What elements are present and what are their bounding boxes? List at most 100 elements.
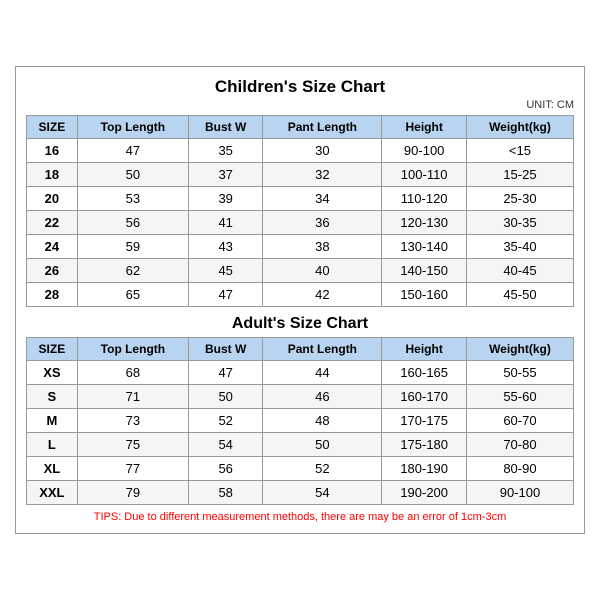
table-cell: 52 (263, 457, 382, 481)
table-cell: 52 (189, 409, 263, 433)
table-cell: 50 (77, 163, 188, 187)
adult-size-table: SIZETop LengthBust WPant LengthHeightWei… (26, 337, 574, 505)
adult-col-header: Height (382, 338, 467, 361)
table-cell: 73 (77, 409, 188, 433)
table-cell: 37 (189, 163, 263, 187)
table-cell: 62 (77, 259, 188, 283)
adult-col-header: Pant Length (263, 338, 382, 361)
table-cell: 47 (189, 283, 263, 307)
table-cell: 120-130 (382, 211, 467, 235)
children-chart-title: Children's Size Chart (26, 77, 574, 97)
children-table-row: 28654742150-16045-50 (27, 283, 574, 307)
table-cell: 35 (189, 139, 263, 163)
table-cell: 34 (263, 187, 382, 211)
table-cell: 16 (27, 139, 78, 163)
table-cell: 160-170 (382, 385, 467, 409)
table-cell: 90-100 (382, 139, 467, 163)
adult-col-header: Top Length (77, 338, 188, 361)
table-cell: 77 (77, 457, 188, 481)
children-col-header: Bust W (189, 116, 263, 139)
table-cell: 110-120 (382, 187, 467, 211)
table-cell: 35-40 (466, 235, 573, 259)
table-cell: 25-30 (466, 187, 573, 211)
table-cell: 46 (263, 385, 382, 409)
table-cell: 160-165 (382, 361, 467, 385)
table-cell: 65 (77, 283, 188, 307)
table-cell: M (27, 409, 78, 433)
table-cell: XL (27, 457, 78, 481)
adult-col-header: Bust W (189, 338, 263, 361)
adult-table-row: L755450175-18070-80 (27, 433, 574, 457)
table-cell: 47 (189, 361, 263, 385)
children-col-header: Weight(kg) (466, 116, 573, 139)
table-cell: 40-45 (466, 259, 573, 283)
children-table-row: 22564136120-13030-35 (27, 211, 574, 235)
table-cell: 180-190 (382, 457, 467, 481)
table-cell: 70-80 (466, 433, 573, 457)
children-table-row: 26624540140-15040-45 (27, 259, 574, 283)
table-cell: 32 (263, 163, 382, 187)
table-cell: 44 (263, 361, 382, 385)
size-chart-container: Children's Size Chart UNIT: CM SIZETop L… (15, 66, 585, 534)
table-cell: 26 (27, 259, 78, 283)
table-cell: 68 (77, 361, 188, 385)
table-cell: S (27, 385, 78, 409)
tips-text: TIPS: Due to different measurement metho… (26, 511, 574, 523)
table-cell: 54 (189, 433, 263, 457)
children-table-body: 1647353090-100<1518503732100-11015-25205… (27, 139, 574, 307)
table-cell: 58 (189, 481, 263, 505)
table-cell: 56 (189, 457, 263, 481)
table-cell: 175-180 (382, 433, 467, 457)
table-cell: 20 (27, 187, 78, 211)
adult-table-body: XS684744160-16550-55S715046160-17055-60M… (27, 361, 574, 505)
table-cell: 170-175 (382, 409, 467, 433)
unit-label: UNIT: CM (26, 99, 574, 111)
table-cell: L (27, 433, 78, 457)
children-col-header: Height (382, 116, 467, 139)
table-cell: 38 (263, 235, 382, 259)
children-col-header: Pant Length (263, 116, 382, 139)
table-cell: 100-110 (382, 163, 467, 187)
children-col-header: Top Length (77, 116, 188, 139)
table-cell: 80-90 (466, 457, 573, 481)
table-cell: 45-50 (466, 283, 573, 307)
table-cell: 22 (27, 211, 78, 235)
adult-table-row: XS684744160-16550-55 (27, 361, 574, 385)
table-cell: 41 (189, 211, 263, 235)
table-cell: 130-140 (382, 235, 467, 259)
table-cell: 39 (189, 187, 263, 211)
adult-table-row: M735248170-17560-70 (27, 409, 574, 433)
table-cell: 28 (27, 283, 78, 307)
table-cell: 43 (189, 235, 263, 259)
table-cell: 24 (27, 235, 78, 259)
children-table-row: 18503732100-11015-25 (27, 163, 574, 187)
adult-table-row: XL775652180-19080-90 (27, 457, 574, 481)
children-table-row: 1647353090-100<15 (27, 139, 574, 163)
table-cell: 18 (27, 163, 78, 187)
table-cell: 15-25 (466, 163, 573, 187)
adult-table-row: XXL795854190-20090-100 (27, 481, 574, 505)
table-cell: 140-150 (382, 259, 467, 283)
table-cell: 45 (189, 259, 263, 283)
table-cell: XS (27, 361, 78, 385)
table-cell: 75 (77, 433, 188, 457)
table-cell: 53 (77, 187, 188, 211)
table-cell: 59 (77, 235, 188, 259)
table-cell: 50 (263, 433, 382, 457)
table-cell: 50 (189, 385, 263, 409)
table-cell: XXL (27, 481, 78, 505)
table-cell: 71 (77, 385, 188, 409)
table-cell: 90-100 (466, 481, 573, 505)
table-cell: 56 (77, 211, 188, 235)
table-cell: 55-60 (466, 385, 573, 409)
table-cell: 42 (263, 283, 382, 307)
table-cell: 47 (77, 139, 188, 163)
table-cell: 190-200 (382, 481, 467, 505)
children-table-row: 20533934110-12025-30 (27, 187, 574, 211)
children-table-header: SIZETop LengthBust WPant LengthHeightWei… (27, 116, 574, 139)
table-cell: 30 (263, 139, 382, 163)
table-cell: 50-55 (466, 361, 573, 385)
table-cell: 150-160 (382, 283, 467, 307)
adult-chart-title: Adult's Size Chart (26, 315, 574, 333)
table-cell: 36 (263, 211, 382, 235)
